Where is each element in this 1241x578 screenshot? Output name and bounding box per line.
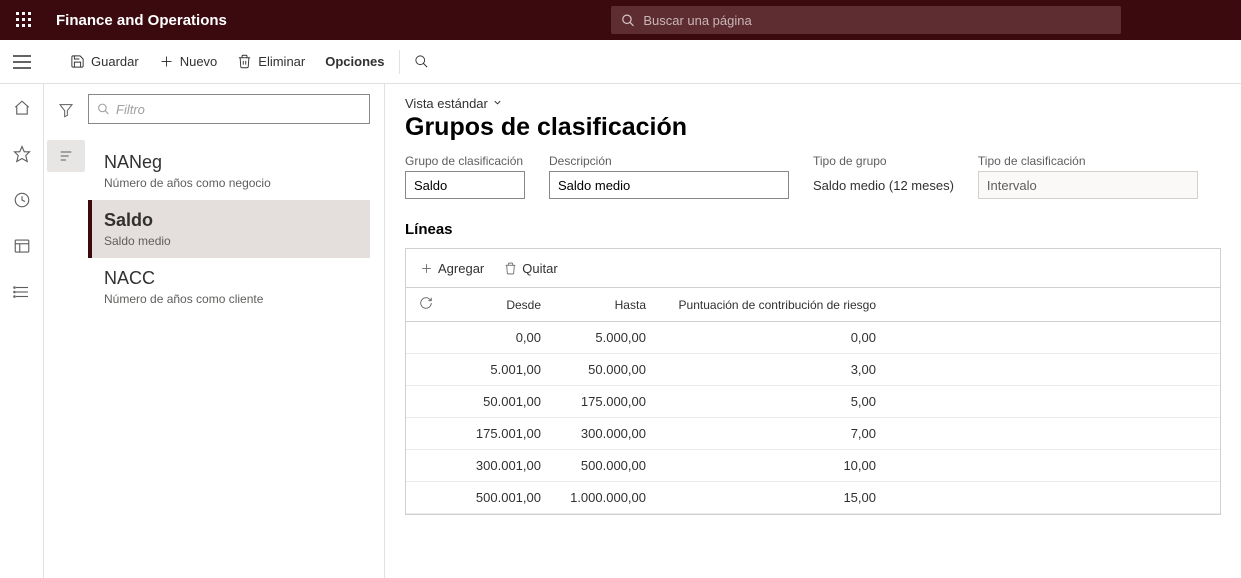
cell-spacer bbox=[886, 482, 1220, 514]
table-row[interactable]: 175.001,00300.000,007,00 bbox=[406, 418, 1220, 450]
lines-grid: Agregar Quitar Desde Hasta Puntuación de bbox=[405, 248, 1221, 515]
global-search[interactable] bbox=[611, 6, 1121, 34]
cell-from[interactable]: 5.001,00 bbox=[446, 354, 551, 386]
classification-type-input bbox=[978, 171, 1198, 199]
rail-favorites-icon[interactable] bbox=[0, 140, 44, 168]
row-selector[interactable] bbox=[406, 354, 446, 386]
list-item-title: Saldo bbox=[104, 210, 358, 231]
list-item-subtitle: Saldo medio bbox=[104, 234, 358, 248]
cell-from[interactable]: 300.001,00 bbox=[446, 450, 551, 482]
cell-spacer bbox=[886, 386, 1220, 418]
filter-input[interactable] bbox=[116, 102, 361, 117]
rail-modules-icon[interactable] bbox=[0, 278, 44, 306]
table-row[interactable]: 500.001,001.000.000,0015,00 bbox=[406, 482, 1220, 514]
options-label: Opciones bbox=[325, 54, 384, 69]
options-button[interactable]: Opciones bbox=[315, 40, 394, 84]
cell-score[interactable]: 5,00 bbox=[656, 386, 886, 418]
cell-to[interactable]: 50.000,00 bbox=[551, 354, 656, 386]
list-item[interactable]: Saldo Saldo medio bbox=[88, 200, 370, 258]
cell-spacer bbox=[886, 450, 1220, 482]
delete-label: Eliminar bbox=[258, 54, 305, 69]
find-button[interactable] bbox=[404, 40, 439, 84]
col-spacer bbox=[886, 288, 1220, 322]
list-item[interactable]: NANeg Número de años como negocio bbox=[88, 142, 370, 200]
list-item-subtitle: Número de años como negocio bbox=[104, 176, 358, 190]
group-input[interactable] bbox=[405, 171, 525, 199]
rail-home-icon[interactable] bbox=[0, 94, 44, 122]
delete-button[interactable]: Eliminar bbox=[227, 40, 315, 84]
remove-line-button[interactable]: Quitar bbox=[496, 257, 565, 280]
col-to[interactable]: Hasta bbox=[551, 288, 656, 322]
cell-from[interactable]: 500.001,00 bbox=[446, 482, 551, 514]
cell-spacer bbox=[886, 354, 1220, 386]
page-title: Grupos de clasificación bbox=[405, 113, 1221, 142]
save-label: Guardar bbox=[91, 54, 139, 69]
refresh-column[interactable] bbox=[406, 288, 446, 322]
row-selector[interactable] bbox=[406, 322, 446, 354]
chevron-down-icon bbox=[492, 96, 503, 111]
remove-label: Quitar bbox=[522, 261, 557, 276]
table-row[interactable]: 0,005.000,000,00 bbox=[406, 322, 1220, 354]
list-item-title: NACC bbox=[104, 268, 358, 289]
list-item[interactable]: NACC Número de años como cliente bbox=[88, 258, 370, 316]
app-title: Finance and Operations bbox=[56, 12, 227, 29]
cell-score[interactable]: 7,00 bbox=[656, 418, 886, 450]
table-row[interactable]: 5.001,0050.000,003,00 bbox=[406, 354, 1220, 386]
cell-to[interactable]: 1.000.000,00 bbox=[551, 482, 656, 514]
cell-to[interactable]: 500.000,00 bbox=[551, 450, 656, 482]
search-input[interactable] bbox=[643, 13, 1111, 28]
rail-recent-icon[interactable] bbox=[0, 186, 44, 214]
row-selector[interactable] bbox=[406, 450, 446, 482]
row-selector[interactable] bbox=[406, 418, 446, 450]
nav-toggle[interactable] bbox=[0, 40, 44, 84]
cell-to[interactable]: 5.000,00 bbox=[551, 322, 656, 354]
field-label-class: Tipo de clasificación bbox=[978, 154, 1198, 168]
cell-from[interactable]: 175.001,00 bbox=[446, 418, 551, 450]
save-button[interactable]: Guardar bbox=[60, 40, 149, 84]
separator bbox=[399, 50, 400, 74]
cell-score[interactable]: 0,00 bbox=[656, 322, 886, 354]
field-label-group: Grupo de clasificación bbox=[405, 154, 525, 168]
cell-score[interactable]: 3,00 bbox=[656, 354, 886, 386]
filter-toggle-icon[interactable] bbox=[47, 94, 85, 126]
col-score[interactable]: Puntuación de contribución de riesgo bbox=[656, 288, 886, 322]
list-item-title: NANeg bbox=[104, 152, 358, 173]
row-selector[interactable] bbox=[406, 482, 446, 514]
view-label-text: Vista estándar bbox=[405, 96, 488, 111]
new-label: Nuevo bbox=[180, 54, 218, 69]
cell-from[interactable]: 0,00 bbox=[446, 322, 551, 354]
app-launcher[interactable] bbox=[0, 0, 48, 40]
cell-score[interactable]: 15,00 bbox=[656, 482, 886, 514]
group-type-value: Saldo medio (12 meses) bbox=[813, 171, 954, 199]
cell-to[interactable]: 175.000,00 bbox=[551, 386, 656, 418]
list-item-subtitle: Número de años como cliente bbox=[104, 292, 358, 306]
col-from[interactable]: Desde bbox=[446, 288, 551, 322]
view-selector[interactable]: Vista estándar bbox=[405, 96, 1221, 111]
row-selector[interactable] bbox=[406, 386, 446, 418]
lines-section-title: Líneas bbox=[405, 221, 1221, 238]
rail-workspaces-icon[interactable] bbox=[0, 232, 44, 260]
field-label-type: Tipo de grupo bbox=[813, 154, 954, 168]
table-row[interactable]: 50.001,00175.000,005,00 bbox=[406, 386, 1220, 418]
description-input[interactable] bbox=[549, 171, 789, 199]
cell-from[interactable]: 50.001,00 bbox=[446, 386, 551, 418]
filter-box[interactable] bbox=[88, 94, 370, 124]
add-line-button[interactable]: Agregar bbox=[412, 257, 492, 280]
cell-spacer bbox=[886, 418, 1220, 450]
cell-to[interactable]: 300.000,00 bbox=[551, 418, 656, 450]
cell-score[interactable]: 10,00 bbox=[656, 450, 886, 482]
table-row[interactable]: 300.001,00500.000,0010,00 bbox=[406, 450, 1220, 482]
list-view-icon[interactable] bbox=[47, 140, 85, 172]
new-button[interactable]: Nuevo bbox=[149, 40, 228, 84]
cell-spacer bbox=[886, 322, 1220, 354]
add-label: Agregar bbox=[438, 261, 484, 276]
field-label-desc: Descripción bbox=[549, 154, 789, 168]
